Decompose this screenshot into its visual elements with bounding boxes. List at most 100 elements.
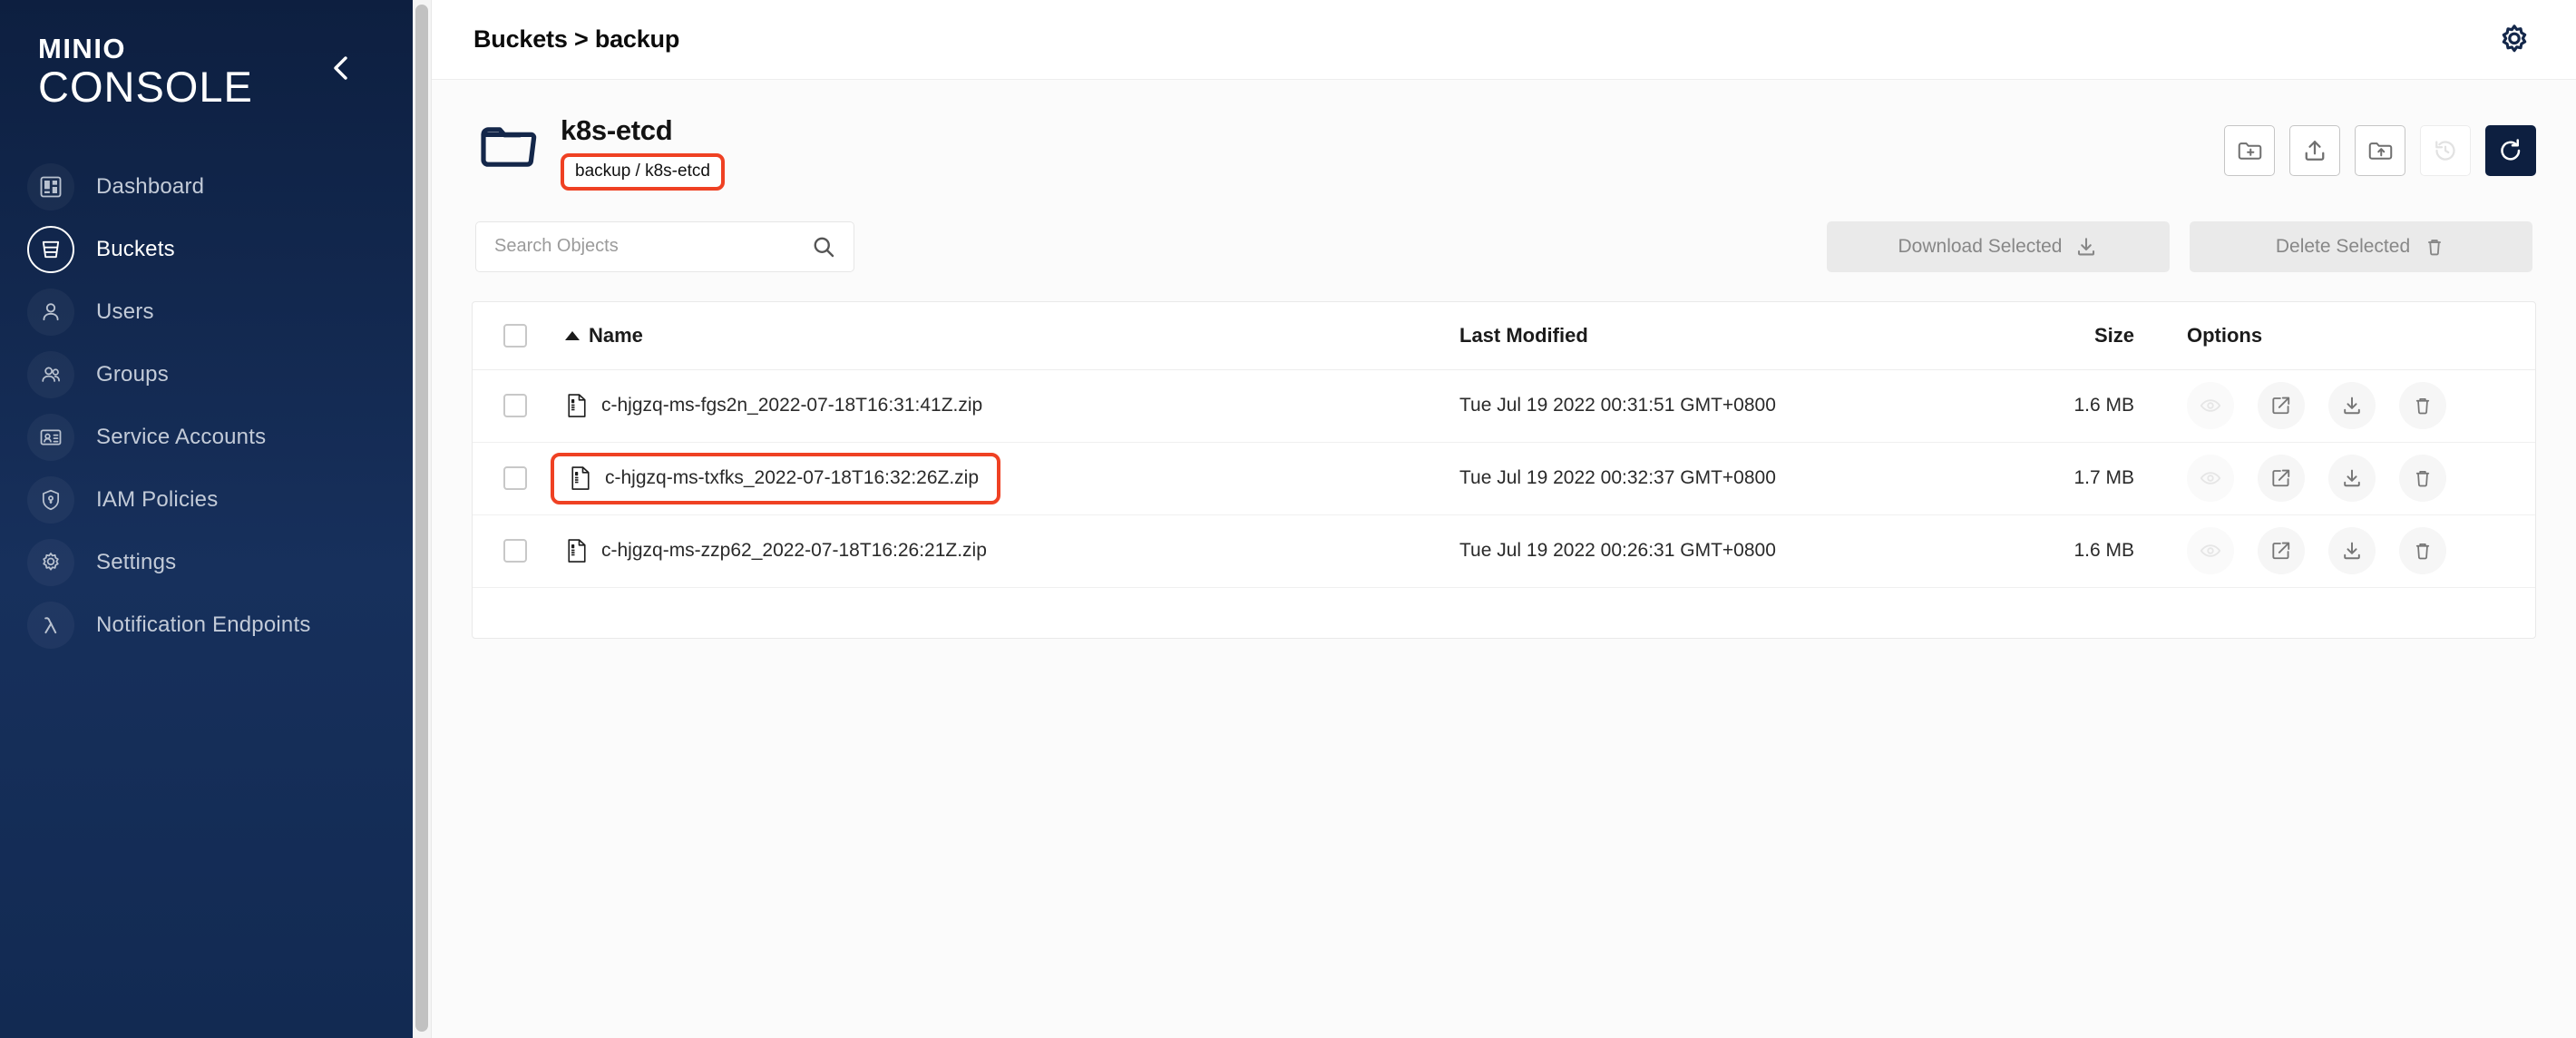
header-name-cell[interactable]: Name [565, 324, 1459, 348]
row-size-cell: 1.6 MB [1967, 395, 2145, 416]
sidebar-item-label: Settings [96, 550, 176, 575]
upload-folder-button[interactable] [2355, 125, 2405, 176]
refresh-button[interactable] [2485, 125, 2536, 176]
select-all-cell [503, 324, 565, 348]
row-name-cell[interactable]: c-hjgzq-ms-fgs2n_2022-07-18T16:31:41Z.zi… [565, 392, 1459, 419]
settings-button[interactable] [2489, 15, 2540, 65]
object-name: c-hjgzq-ms-txfks_2022-07-18T16:32:26Z.zi… [605, 467, 979, 489]
sidebar-item-service-accounts[interactable]: Service Accounts [0, 406, 413, 469]
upload-button[interactable] [2289, 125, 2340, 176]
create-folder-button[interactable] [2224, 125, 2275, 176]
dashboard-icon [27, 163, 74, 211]
preview-button [2187, 527, 2234, 574]
sidebar-item-users[interactable]: Users [0, 281, 413, 344]
row-last-modified-cell: Tue Jul 19 2022 00:32:37 GMT+0800 [1459, 467, 1967, 489]
object-toolbar [2224, 113, 2536, 176]
object-name-wrap-highlighted: c-hjgzq-ms-txfks_2022-07-18T16:32:26Z.zi… [551, 453, 1000, 504]
column-header-text: Name [589, 324, 643, 348]
row-size-cell: 1.7 MB [1967, 467, 2145, 489]
sidebar-item-label: Groups [96, 362, 169, 387]
column-header-text: Last Modified [1459, 324, 1967, 348]
column-header-text: Options [2187, 324, 2262, 348]
row-size-cell: 1.6 MB [1967, 540, 2145, 562]
sidebar-collapse-button[interactable] [326, 53, 356, 83]
sidebar-logo: MINIO CONSOLE [0, 0, 413, 111]
delete-button[interactable] [2399, 455, 2446, 502]
row-last-modified-cell: Tue Jul 19 2022 00:31:51 GMT+0800 [1459, 395, 1967, 416]
table-row[interactable]: c-hjgzq-ms-fgs2n_2022-07-18T16:31:41Z.zi… [473, 370, 2535, 443]
object-size: 1.7 MB [2073, 467, 2134, 488]
user-icon [27, 289, 74, 336]
sidebar-item-label: IAM Policies [96, 487, 218, 513]
sidebar-item-dashboard[interactable]: Dashboard [0, 156, 413, 219]
download-icon [2340, 539, 2364, 563]
preview-button [2187, 382, 2234, 429]
delete-button[interactable] [2399, 527, 2446, 574]
object-name-wrap: c-hjgzq-ms-zzp62_2022-07-18T16:26:21Z.zi… [565, 537, 987, 564]
rewind-button [2420, 125, 2471, 176]
object-name-wrap: c-hjgzq-ms-fgs2n_2022-07-18T16:31:41Z.zi… [565, 392, 982, 419]
eye-icon [2199, 466, 2222, 490]
row-checkbox[interactable] [503, 466, 527, 490]
object-name: c-hjgzq-ms-fgs2n_2022-07-18T16:31:41Z.zi… [601, 395, 982, 416]
delete-button[interactable] [2399, 382, 2446, 429]
scrollbar-thumb[interactable] [415, 5, 428, 1032]
object-browser-header: k8s-etcd backup / k8s-etcd [472, 113, 2536, 191]
table-row[interactable]: c-hjgzq-ms-zzp62_2022-07-18T16:26:21Z.zi… [473, 515, 2535, 588]
topbar: Buckets > backup [432, 0, 2576, 80]
sidebar-item-notification-endpoints[interactable]: Notification Endpoints [0, 594, 413, 657]
bucket-icon [27, 226, 74, 273]
share-button[interactable] [2258, 455, 2305, 502]
row-name-cell[interactable]: c-hjgzq-ms-txfks_2022-07-18T16:32:26Z.zi… [565, 453, 1459, 504]
select-all-checkbox[interactable] [503, 324, 527, 348]
table-row[interactable]: c-hjgzq-ms-txfks_2022-07-18T16:32:26Z.zi… [473, 443, 2535, 515]
share-button[interactable] [2258, 527, 2305, 574]
header-last-modified-cell[interactable]: Last Modified [1459, 324, 1967, 348]
download-icon [2074, 235, 2098, 259]
share-icon [2269, 539, 2293, 563]
share-button[interactable] [2258, 382, 2305, 429]
object-last-modified: Tue Jul 19 2022 00:31:51 GMT+0800 [1459, 395, 1776, 416]
trash-icon [2411, 539, 2435, 563]
download-icon [2340, 466, 2364, 490]
download-button[interactable] [2328, 455, 2376, 502]
delete-selected-button[interactable]: Delete Selected [2190, 221, 2532, 272]
object-path-highlight: backup / k8s-etcd [561, 153, 725, 191]
breadcrumb[interactable]: Buckets > backup [473, 25, 679, 54]
sidebar-item-groups[interactable]: Groups [0, 344, 413, 406]
row-select-cell [503, 394, 565, 417]
object-last-modified: Tue Jul 19 2022 00:32:37 GMT+0800 [1459, 467, 1776, 488]
chevron-left-icon [332, 54, 350, 82]
logo-console-text: CONSOLE [38, 64, 413, 111]
objects-table: Name Last Modified Size Options [472, 301, 2536, 639]
trash-icon [2423, 235, 2446, 259]
sidebar-item-buckets[interactable]: Buckets [0, 219, 413, 281]
sidebar: MINIO CONSOLE Dashb [0, 0, 413, 1038]
sidebar-item-iam-policies[interactable]: IAM Policies [0, 469, 413, 532]
row-name-cell[interactable]: c-hjgzq-ms-zzp62_2022-07-18T16:26:21Z.zi… [565, 537, 1459, 564]
row-options-cell [2145, 382, 2535, 429]
download-button[interactable] [2328, 527, 2376, 574]
header-size-cell[interactable]: Size [1967, 324, 2145, 348]
search-icon [810, 233, 837, 260]
search-objects-box[interactable] [475, 221, 854, 272]
object-name: c-hjgzq-ms-zzp62_2022-07-18T16:26:21Z.zi… [601, 540, 987, 562]
delete-selected-label: Delete Selected [2276, 236, 2410, 258]
row-checkbox[interactable] [503, 394, 527, 417]
gear-icon [2496, 22, 2532, 58]
shield-icon [27, 476, 74, 524]
trash-icon [2411, 394, 2435, 417]
object-title-block: k8s-etcd backup / k8s-etcd [561, 113, 725, 191]
page-scrollbar[interactable] [413, 0, 431, 1038]
download-icon [2340, 394, 2364, 417]
sidebar-item-settings[interactable]: Settings [0, 532, 413, 594]
row-checkbox[interactable] [503, 539, 527, 563]
search-input[interactable] [494, 236, 810, 257]
download-selected-button[interactable]: Download Selected [1827, 221, 2170, 272]
folder-upload-icon [2366, 137, 2394, 164]
app-root: MINIO CONSOLE Dashb [0, 0, 2576, 1038]
download-button[interactable] [2328, 382, 2376, 429]
gear-icon [27, 539, 74, 586]
eye-icon [2199, 394, 2222, 417]
page-title: k8s-etcd [561, 114, 725, 147]
